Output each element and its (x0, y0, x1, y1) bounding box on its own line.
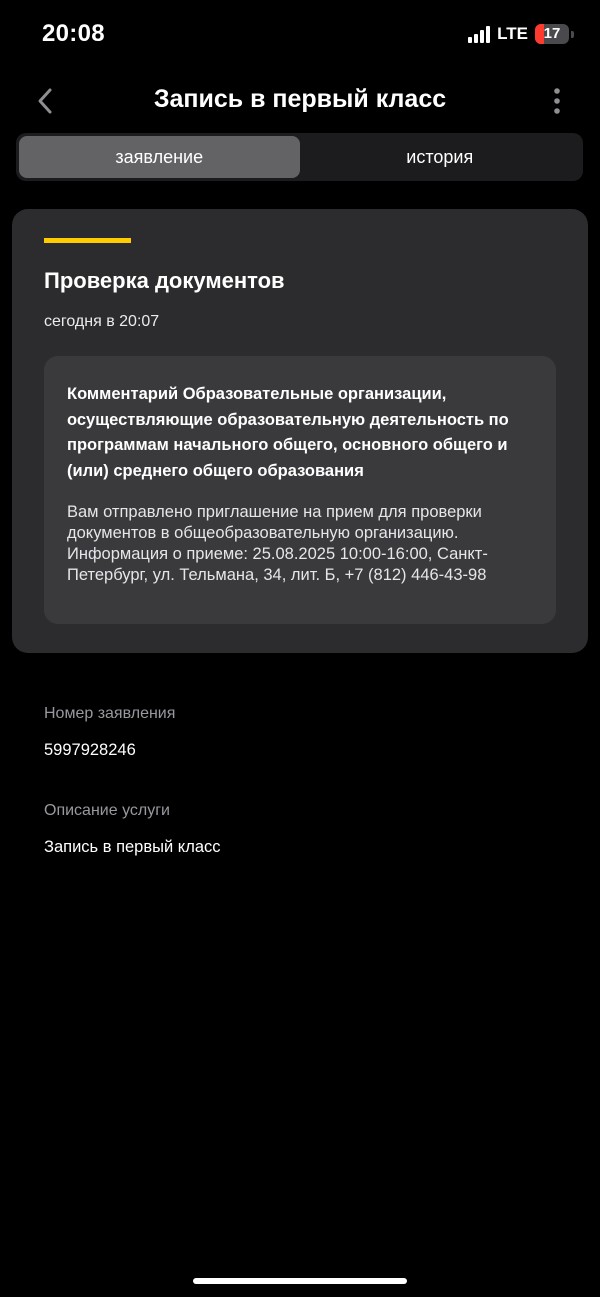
comment-title: Комментарий Образовательные организации,… (67, 385, 509, 480)
battery-icon: 17 (535, 24, 569, 44)
status-indicators: LTE 17 (468, 24, 574, 44)
more-vertical-icon (554, 88, 560, 114)
page-title: Запись в первый класс (153, 85, 447, 113)
battery-percent: 17 (543, 25, 561, 42)
battery-cap (571, 30, 574, 38)
cellular-signal-icon (468, 25, 491, 43)
back-button[interactable] (28, 84, 62, 118)
status-time: 20:08 (42, 20, 105, 47)
service-description-label: Описание услуги (44, 802, 170, 819)
comment-body: Вам отправлено приглашение на прием для … (67, 503, 488, 584)
home-indicator[interactable] (193, 1278, 407, 1284)
comment-box: Комментарий Образовательные организации,… (44, 356, 556, 624)
status-title: Проверка документов (44, 268, 285, 293)
service-description-value: Запись в первый класс (44, 838, 221, 856)
status-accent-bar (44, 238, 131, 243)
tab-history[interactable]: история (300, 136, 581, 178)
chevron-left-icon (38, 88, 52, 114)
nav-header: Запись в первый класс (0, 72, 600, 130)
status-bar: 20:08 LTE 17 (0, 0, 600, 72)
more-options-button[interactable] (542, 84, 572, 118)
segmented-tabs: заявление история (16, 133, 583, 181)
network-type: LTE (497, 24, 528, 43)
application-number-value: 5997928246 (44, 741, 136, 759)
status-timestamp: сегодня в 20:07 (44, 313, 160, 330)
application-number-label: Номер заявления (44, 705, 176, 722)
status-card: Проверка документов сегодня в 20:07 Комм… (12, 209, 588, 653)
tab-application[interactable]: заявление (19, 136, 300, 178)
